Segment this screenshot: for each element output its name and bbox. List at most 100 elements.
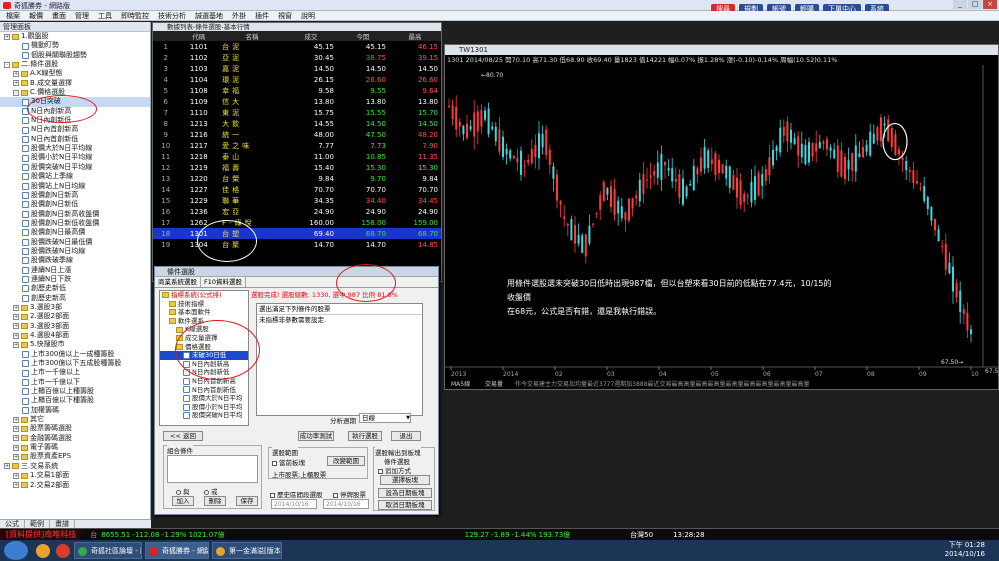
tree-item[interactable]: + 電子籌碼 [0,443,150,452]
history-check[interactable]: 歷史區間段選股 [270,489,323,499]
tree-item[interactable]: N日內首創新低 [0,135,150,144]
tree-item[interactable]: 股價創N日新低 [0,200,150,209]
tree-item[interactable]: 創歷史新低 [0,284,150,293]
expand-toggle-icon[interactable]: + [13,342,19,349]
tree-item[interactable]: +2.選股2部面 [0,312,150,321]
select-block-button[interactable]: 選擇板塊 [380,475,430,485]
tree-item[interactable]: 上櫃百億以上種籌股 [0,387,150,396]
close-button[interactable]: × [983,0,997,9]
table-row[interactable]: 18 1301 台塑 69.40 68.70 68.70 [153,228,441,239]
expand-toggle-icon[interactable]: + [13,416,19,423]
tab-f10[interactable]: F10資料選股 [201,277,247,287]
condition-tree-item[interactable]: 指標系統(公式排) [160,291,248,300]
explorer-icon[interactable] [36,543,50,558]
expand-toggle-icon[interactable]: + [13,304,19,311]
menu-item[interactable]: 外掛 [232,11,246,21]
radio-and[interactable]: 與 [176,486,190,496]
condition-tree-item[interactable]: 技術指標 [160,300,248,309]
condition-tree-item[interactable]: 股價突破N日平均 [160,411,248,420]
table-row[interactable]: 17 1262 F-綠悅 160.00 158.00 159.00 [153,217,441,228]
add-button[interactable]: 加入 [172,496,194,506]
tree-item[interactable]: +3.選股3部 [0,303,150,312]
current-block-check[interactable]: 當前板塊 [272,457,305,467]
tree-item[interactable]: + A.K線型態 [0,69,150,78]
expand-toggle-icon[interactable]: + [13,454,19,461]
tree-item[interactable]: + 金融籌碼選股 [0,434,150,443]
expand-toggle-icon[interactable]: - [13,89,19,96]
tree-item[interactable]: 機動盯勢 [0,41,150,50]
table-row[interactable]: 9 1216 統一 48.00 47.50 48.20 [153,129,441,140]
expand-toggle-icon[interactable]: + [13,444,19,451]
exit-button[interactable]: 退出 [391,431,421,441]
menu-item[interactable]: 誠選基地 [195,11,223,21]
table-row[interactable]: 10 1217 愛之味 7.77 7.73 7.90 [153,140,441,151]
table-row[interactable]: 14 1227 佳格 70.70 70.70 70.70 [153,184,441,195]
tree-item[interactable]: 創歷史新高 [0,294,150,303]
browser-icon[interactable] [56,543,70,558]
tree-item[interactable]: 股價站上N日均線 [0,182,150,191]
table-row[interactable]: 1 1101 台泥 45.15 45.15 46.15 [153,41,441,52]
table-row[interactable]: 16 1236 宏亞 24.90 24.90 24.90 [153,206,441,217]
combine-list[interactable] [167,455,258,483]
expand-toggle-icon[interactable]: + [4,33,10,40]
taskbar-item-app[interactable]: 奇狐勝券 - 網路版 [145,542,209,559]
tree-item[interactable]: 30日突破 [0,97,150,107]
menu-item[interactable]: 畫面 [52,11,66,21]
condition-tree-item[interactable]: 價格選股 [160,343,248,352]
condition-tree-item[interactable]: N日內首創新高 [160,377,248,386]
suspended-check[interactable]: 停牌股票 [333,489,366,499]
column-header[interactable]: 代碼 [178,31,220,41]
back-button[interactable]: << 返回 [163,431,203,441]
run-screen-button[interactable]: 執行選股 [348,431,382,441]
expand-toggle-icon[interactable]: + [13,426,19,433]
tree-item[interactable]: 股價跌破N日最低價 [0,238,150,247]
menu-item[interactable]: 管理 [75,11,89,21]
tab-business-system[interactable]: 商業系統選股 [155,277,201,287]
expand-toggle-icon[interactable]: + [4,463,10,470]
tree-item[interactable]: + B.成交量選擇 [0,79,150,88]
column-header[interactable]: 今開 [336,31,389,41]
tree-item[interactable]: +1.觀盤股 [0,32,150,41]
condition-tree-item[interactable]: K線選股 [160,325,248,334]
tree-item[interactable]: 股價創N日新低收盤價 [0,219,150,228]
tree-item[interactable]: 上市300億以下五成股種籌股 [0,359,150,368]
analysis-period-select[interactable]: 日線 ▼ [359,413,411,423]
tree-item[interactable]: 股價站上季線 [0,172,150,181]
menu-item[interactable]: 即時監控 [121,11,149,21]
candlestick-chart[interactable]: 2013 2014 02 03 04 05 06 07 08 09 10 ←80.70 67.50→ 67… [445,65,998,389]
tree-item[interactable]: 連續N日下跌 [0,275,150,284]
tree-item[interactable]: 上市一千億以上 [0,368,150,377]
tree-item[interactable]: N日內首創新高 [0,125,150,134]
delete-button[interactable]: 刪除 [204,496,226,506]
menu-item[interactable]: 報價 [29,11,43,21]
tree-item[interactable]: 加權籌碼 [0,406,150,415]
tree-item[interactable]: 股價跌破季線 [0,256,150,265]
expand-toggle-icon[interactable]: + [13,71,19,78]
tree-item[interactable]: - 二.條件選股 [0,60,150,69]
menu-item[interactable]: 視窗 [278,11,292,21]
menu-item[interactable]: 插件 [255,11,269,21]
table-row[interactable]: 12 1219 福壽 15.40 15.30 15.30 [153,162,441,173]
tree-item[interactable]: +5.快搜股市 [0,340,150,349]
tree-item[interactable]: + 三.交易系統 [0,462,150,471]
table-row[interactable]: 4 1104 環泥 26.15 26.60 26.60 [153,74,441,85]
expand-toggle-icon[interactable]: + [13,472,19,479]
table-row[interactable]: 5 1108 幸福 9.58 9.55 9.64 [153,85,441,96]
expand-toggle-icon[interactable]: - [4,61,10,68]
table-row[interactable]: 13 1220 台榮 9.84 9.70 9.84 [153,173,441,184]
taskbar-item-forum[interactable]: 奇狐社區論壇 - [... [74,542,142,559]
date-to-field[interactable]: 2014/10/16 [323,499,369,509]
append-check[interactable]: 追加方式 [378,465,411,475]
expand-toggle-icon[interactable]: + [13,323,19,330]
taskbar-item-first[interactable]: 第一金滿溢[版本... [212,542,282,559]
condition-tree-item[interactable]: 基本面軟件 [160,308,248,317]
save-button[interactable]: 保存 [236,496,258,506]
tree-item[interactable]: + 股票資產EPS [0,452,150,461]
minimize-button[interactable]: _ [953,0,967,9]
menu-item[interactable]: 檔案 [6,11,20,21]
table-row[interactable]: 11 1218 泰山 11.00 10.85 11.35 [153,151,441,162]
change-range-button[interactable]: 改變範圍 [327,456,365,466]
tree-item[interactable]: 股價創N日新高收盤價 [0,210,150,219]
expand-toggle-icon[interactable]: + [13,313,19,320]
set-day-block-button[interactable]: 設為日期板塊 [378,488,432,498]
